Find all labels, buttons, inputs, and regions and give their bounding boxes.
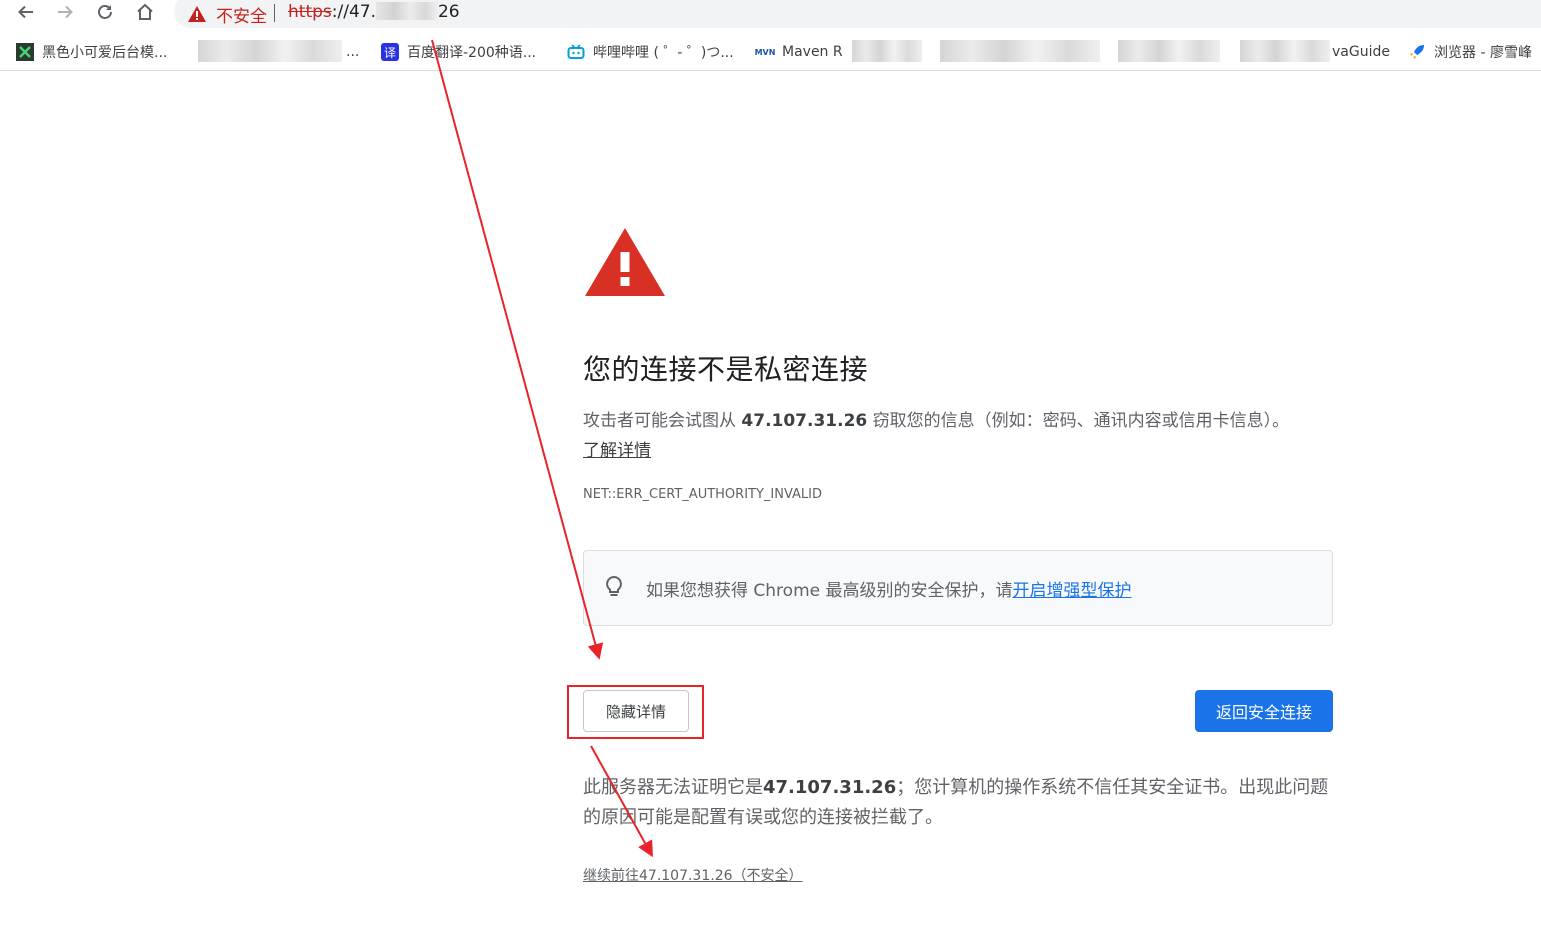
- annotation-arrow: [431, 39, 604, 660]
- annotation-arrows: [431, 39, 653, 858]
- annotation-arrow: [590, 745, 653, 858]
